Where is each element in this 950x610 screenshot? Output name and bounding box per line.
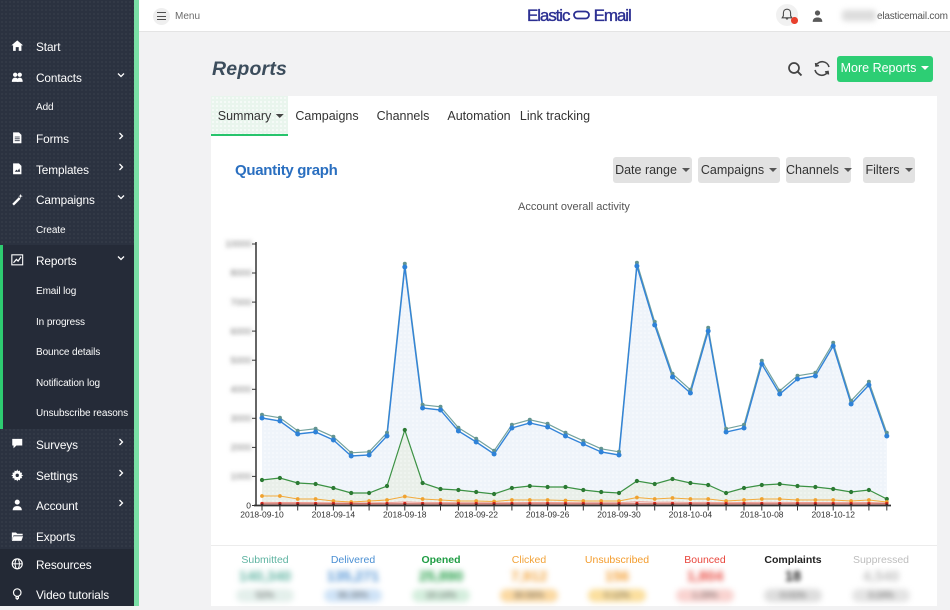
svg-text:2018-10-12: 2018-10-12 [811,510,855,520]
svg-text:2018-09-22: 2018-09-22 [454,510,498,520]
svg-text:0: 0 [246,501,251,511]
svg-text:2018-10-04: 2018-10-04 [669,510,713,520]
svg-text:7000: 7000 [230,297,251,308]
svg-text:1000: 1000 [230,472,251,483]
svg-text:2000: 2000 [230,443,251,454]
svg-text:2018-09-14: 2018-09-14 [312,510,356,520]
svg-text:2018-10-08: 2018-10-08 [740,510,784,520]
svg-text:3000: 3000 [230,414,251,425]
svg-text:6000: 6000 [230,326,251,337]
svg-text:10000: 10000 [225,239,251,250]
svg-text:2018-09-10: 2018-09-10 [240,510,284,520]
svg-text:5000: 5000 [230,355,251,366]
svg-text:2018-09-18: 2018-09-18 [383,510,427,520]
svg-text:2018-09-26: 2018-09-26 [526,510,570,520]
svg-text:8000: 8000 [230,268,251,279]
svg-text:2018-09-30: 2018-09-30 [597,510,641,520]
svg-text:4000: 4000 [230,385,251,396]
